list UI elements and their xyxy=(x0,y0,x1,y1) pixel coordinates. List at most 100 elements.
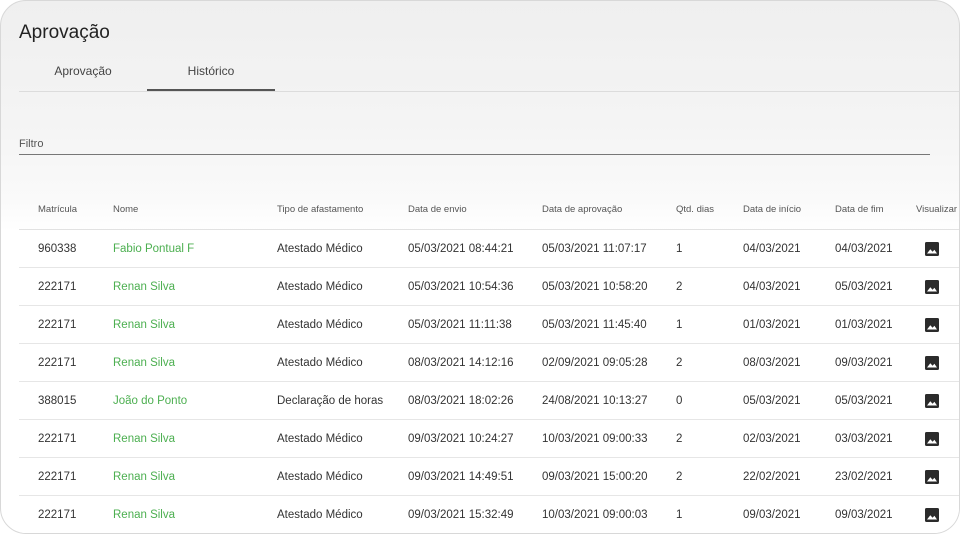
image-icon[interactable] xyxy=(924,241,940,257)
cell-visualizar xyxy=(916,305,959,344)
table-body: 960338 Fabio Pontual F Atestado Médico 05/0… xyxy=(19,229,959,533)
cell-data-aprovacao: 10/03/2021 09:00:03 xyxy=(542,495,676,533)
history-table: Matrícula Nome Tipo de afastamento Data … xyxy=(19,189,959,533)
image-icon[interactable] xyxy=(924,507,940,523)
cell-tipo: Atestado Médico xyxy=(277,457,408,496)
col-header-nome[interactable]: Nome xyxy=(113,189,277,230)
image-icon[interactable] xyxy=(924,469,940,485)
cell-visualizar xyxy=(916,457,959,496)
image-icon[interactable] xyxy=(924,431,940,447)
col-header-matricula[interactable]: Matrícula xyxy=(19,189,113,230)
cell-data-fim: 09/03/2021 xyxy=(835,495,916,533)
image-icon[interactable] xyxy=(924,393,940,409)
cell-data-aprovacao: 09/03/2021 15:00:20 xyxy=(542,457,676,496)
cell-data-fim: 04/03/2021 xyxy=(835,229,916,268)
cell-data-fim: 05/03/2021 xyxy=(835,381,916,420)
cell-nome[interactable]: Renan Silva xyxy=(113,495,277,533)
cell-matricula: 388015 xyxy=(19,381,113,420)
cell-data-inicio: 01/03/2021 xyxy=(743,305,835,344)
table-row[interactable]: 960338 Fabio Pontual F Atestado Médico 05/0… xyxy=(19,229,959,268)
filter-input[interactable]: Filtro xyxy=(19,138,43,150)
cell-nome[interactable]: Renan Silva xyxy=(113,267,277,306)
cell-data-envio: 09/03/2021 14:49:51 xyxy=(408,457,542,496)
cell-qtd-dias: 1 xyxy=(676,495,743,533)
cell-data-fim: 03/03/2021 xyxy=(835,419,916,458)
col-header-inicio[interactable]: Data de início xyxy=(743,189,835,230)
cell-visualizar xyxy=(916,229,959,268)
table-row[interactable]: 222171 Renan Silva Atestado Médico 05/03/20… xyxy=(19,267,959,306)
cell-data-inicio: 22/02/2021 xyxy=(743,457,835,496)
cell-data-inicio: 04/03/2021 xyxy=(743,229,835,268)
cell-data-inicio: 04/03/2021 xyxy=(743,267,835,306)
table-row[interactable]: 222171 Renan Silva Atestado Médico 09/03/20… xyxy=(19,457,959,496)
cell-data-inicio: 08/03/2021 xyxy=(743,343,835,382)
tab-historico[interactable]: Histórico xyxy=(147,57,275,91)
cell-data-inicio: 02/03/2021 xyxy=(743,419,835,458)
cell-data-inicio: 05/03/2021 xyxy=(743,381,835,420)
cell-tipo: Declaração de horas xyxy=(277,381,408,420)
cell-visualizar xyxy=(916,343,959,382)
cell-qtd-dias: 2 xyxy=(676,419,743,458)
cell-tipo: Atestado Médico xyxy=(277,495,408,533)
table-row[interactable]: 222171 Renan Silva Atestado Médico 05/03/20… xyxy=(19,305,959,344)
cell-qtd-dias: 0 xyxy=(676,381,743,420)
cell-qtd-dias: 2 xyxy=(676,457,743,496)
table-row[interactable]: 388015 João do Ponto Declaração de horas 08… xyxy=(19,381,959,420)
cell-data-fim: 05/03/2021 xyxy=(835,267,916,306)
cell-nome[interactable]: Renan Silva xyxy=(113,419,277,458)
cell-data-aprovacao: 10/03/2021 09:00:33 xyxy=(542,419,676,458)
cell-matricula: 960338 xyxy=(19,229,113,268)
cell-visualizar xyxy=(916,419,959,458)
table-row[interactable]: 222171 Renan Silva Atestado Médico 09/03/20… xyxy=(19,495,959,533)
col-header-aprovacao[interactable]: Data de aprovação xyxy=(542,189,676,230)
col-header-visualizar: Visualizar xyxy=(916,189,959,230)
cell-visualizar xyxy=(916,495,959,533)
cell-data-inicio: 09/03/2021 xyxy=(743,495,835,533)
cell-visualizar xyxy=(916,381,959,420)
cell-nome[interactable]: Renan Silva xyxy=(113,457,277,496)
col-header-envio[interactable]: Data de envio xyxy=(408,189,542,230)
cell-tipo: Atestado Médico xyxy=(277,305,408,344)
table-header-row: Matrícula Nome Tipo de afastamento Data … xyxy=(19,189,959,230)
image-icon[interactable] xyxy=(924,355,940,371)
cell-data-fim: 09/03/2021 xyxy=(835,343,916,382)
cell-data-aprovacao: 02/09/2021 09:05:28 xyxy=(542,343,676,382)
cell-matricula: 222171 xyxy=(19,495,113,533)
cell-nome[interactable]: Renan Silva xyxy=(113,343,277,382)
col-header-fim[interactable]: Data de fim xyxy=(835,189,916,230)
cell-nome[interactable]: Fabio Pontual F xyxy=(113,229,277,268)
tabs-divider xyxy=(19,91,959,92)
cell-qtd-dias: 2 xyxy=(676,343,743,382)
cell-data-envio: 05/03/2021 10:54:36 xyxy=(408,267,542,306)
cell-data-fim: 01/03/2021 xyxy=(835,305,916,344)
cell-qtd-dias: 1 xyxy=(676,305,743,344)
cell-qtd-dias: 2 xyxy=(676,267,743,306)
table-row[interactable]: 222171 Renan Silva Atestado Médico 08/03/20… xyxy=(19,343,959,382)
cell-data-aprovacao: 05/03/2021 11:07:17 xyxy=(542,229,676,268)
cell-nome[interactable]: Renan Silva xyxy=(113,305,277,344)
cell-data-aprovacao: 24/08/2021 10:13:27 xyxy=(542,381,676,420)
cell-visualizar xyxy=(916,267,959,306)
image-icon[interactable] xyxy=(924,279,940,295)
col-header-dias[interactable]: Qtd. dias xyxy=(676,189,743,230)
page-title: Aprovação xyxy=(19,22,110,43)
cell-data-envio: 09/03/2021 15:32:49 xyxy=(408,495,542,533)
cell-matricula: 222171 xyxy=(19,343,113,382)
cell-matricula: 222171 xyxy=(19,457,113,496)
col-header-tipo[interactable]: Tipo de afastamento xyxy=(277,189,408,230)
cell-data-envio: 05/03/2021 08:44:21 xyxy=(408,229,542,268)
filter-input-underline xyxy=(19,154,930,155)
cell-qtd-dias: 1 xyxy=(676,229,743,268)
cell-data-envio: 08/03/2021 14:12:16 xyxy=(408,343,542,382)
cell-tipo: Atestado Médico xyxy=(277,229,408,268)
table-row[interactable]: 222171 Renan Silva Atestado Médico 09/03/20… xyxy=(19,419,959,458)
cell-tipo: Atestado Médico xyxy=(277,267,408,306)
image-icon[interactable] xyxy=(924,317,940,333)
cell-data-fim: 23/02/2021 xyxy=(835,457,916,496)
cell-data-envio: 05/03/2021 11:11:38 xyxy=(408,305,542,344)
cell-nome[interactable]: João do Ponto xyxy=(113,381,277,420)
tab-aprovacao[interactable]: Aprovação xyxy=(19,57,147,91)
cell-data-envio: 08/03/2021 18:02:26 xyxy=(408,381,542,420)
cell-tipo: Atestado Médico xyxy=(277,343,408,382)
cell-data-aprovacao: 05/03/2021 11:45:40 xyxy=(542,305,676,344)
